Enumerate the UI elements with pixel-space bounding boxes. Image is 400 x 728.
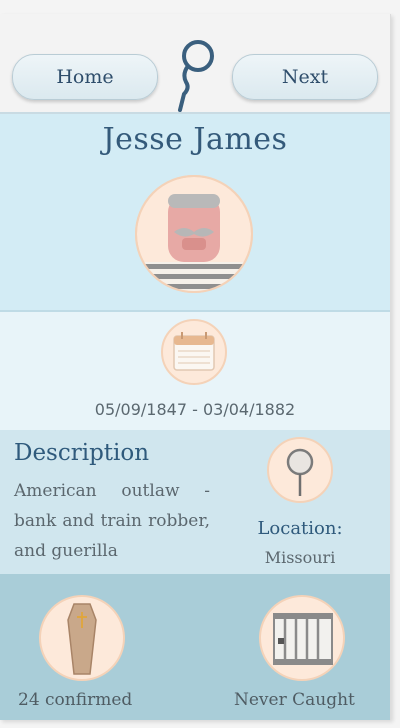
calendar-icon — [161, 319, 227, 385]
magnifier-icon — [178, 40, 214, 112]
outlaw-avatar-icon — [135, 175, 253, 293]
next-button[interactable]: Next — [232, 54, 378, 100]
description-text: American outlaw - bank and train robber,… — [14, 481, 210, 561]
outlaw-name: Jesse James — [102, 122, 288, 157]
kill-count: 24 confirmed — [18, 690, 133, 710]
location-value: Missouri — [264, 548, 336, 567]
description-title: Description — [14, 440, 150, 466]
life-dates: 05/09/1847 - 03/04/1882 — [94, 400, 296, 419]
dates-section: 05/09/1847 - 03/04/1882 — [0, 312, 390, 430]
next-button-label: Next — [281, 66, 329, 88]
header-bar: Home Next — [0, 14, 390, 114]
name-section: Jesse James — [0, 114, 390, 312]
location-pin-icon — [267, 437, 333, 503]
description-section: Description American outlaw - bank and t… — [0, 430, 390, 574]
home-button[interactable]: Home — [12, 54, 158, 100]
coffin-icon — [39, 595, 125, 681]
stats-section: 24 confirmed Never Caught — [0, 574, 390, 720]
profile-card: Home Next Jesse James 05/09/1847 - 03/04… — [0, 14, 391, 720]
home-button-label: Home — [56, 66, 114, 88]
jail-cell-icon — [259, 595, 345, 681]
location-label: Location: — [257, 518, 343, 539]
capture-status: Never Caught — [234, 690, 355, 710]
